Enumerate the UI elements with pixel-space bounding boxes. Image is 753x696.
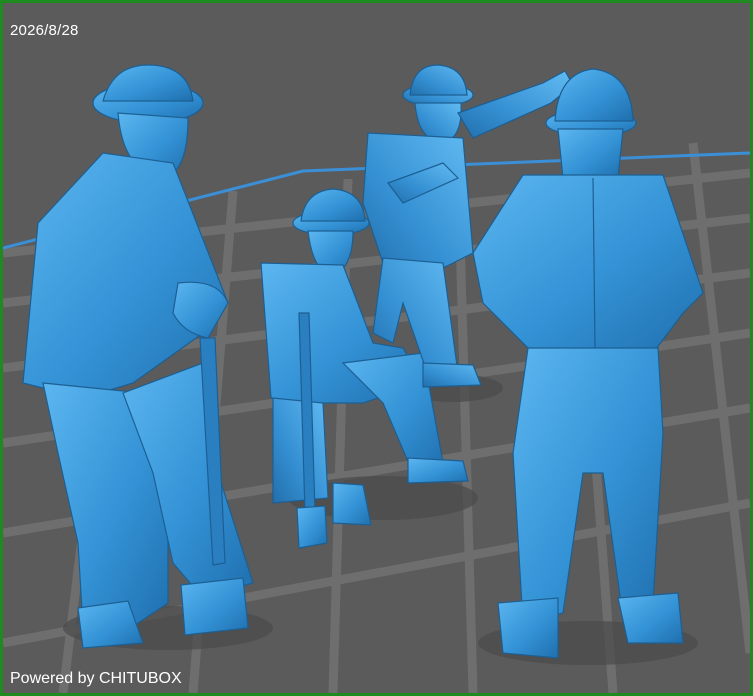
date-stamp: 2026/8/28	[10, 22, 79, 39]
scene-canvas[interactable]	[3, 3, 750, 693]
3d-viewport[interactable]: 2026/8/28 Powered by CHITUBOX	[3, 3, 750, 693]
powered-by-watermark: Powered by CHITUBOX	[10, 670, 182, 687]
